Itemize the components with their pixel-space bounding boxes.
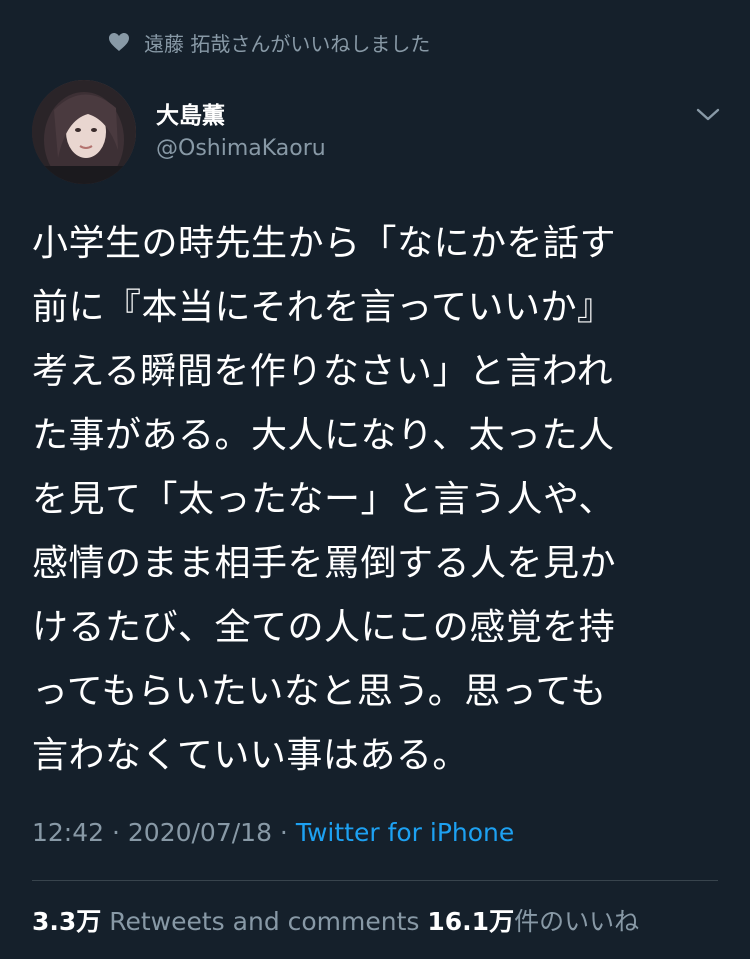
tweet-text: 小学生の時先生から「なにかを話す 前に『本当にそれを言っていいか』 考える瞬間を… bbox=[32, 212, 722, 788]
tweet-source-link[interactable]: Twitter for iPhone bbox=[296, 818, 514, 847]
tweet-date[interactable]: 2020/07/18 bbox=[128, 818, 272, 847]
tweet-text-line: た事がある。大人になり、太った人 bbox=[32, 415, 615, 456]
likes-stat[interactable]: 16.1万件のいいね bbox=[427, 907, 639, 936]
social-context-text: 遠藤 拓哉さんがいいねしました bbox=[144, 31, 431, 56]
chevron-down-icon[interactable] bbox=[694, 102, 722, 126]
heart-icon bbox=[108, 32, 130, 52]
social-context[interactable]: 遠藤 拓哉さんがいいねしました bbox=[108, 26, 430, 58]
engagement-stats: 3.3万 Retweets and comments 16.1万件のいいね bbox=[32, 902, 639, 938]
tweet-text-line: 小学生の時先生から「なにかを話す bbox=[32, 223, 617, 264]
author-handle[interactable]: @OshimaKaoru bbox=[156, 136, 326, 161]
tweet-text-line: を見て「太ったなー」と言う人や、 bbox=[32, 479, 615, 520]
tweet-text-line: 考える瞬間を作りなさい」と言われ bbox=[32, 351, 614, 392]
meta-separator: · bbox=[271, 818, 296, 847]
meta-separator: · bbox=[104, 818, 128, 847]
tweet-text-line: けるたび、全ての人にこの感覚を持 bbox=[32, 607, 616, 648]
tweet-text-line: ってもらいたいなと思う。思っても bbox=[32, 671, 607, 712]
author-name[interactable]: 大島薫 bbox=[156, 96, 225, 130]
tweet-time[interactable]: 12:42 bbox=[32, 818, 104, 847]
retweets-label: Retweets and comments bbox=[101, 907, 428, 936]
avatar[interactable] bbox=[32, 80, 136, 184]
likes-label: 件のいいね bbox=[514, 907, 640, 936]
tweet-metadata: 12:42 · 2020/07/18 · Twitter for iPhone bbox=[32, 818, 514, 847]
retweets-stat[interactable]: 3.3万 Retweets and comments bbox=[32, 907, 427, 936]
tweet-text-line: 前に『本当にそれを言っていいか』 bbox=[32, 287, 614, 328]
tweet-text-line: 言わなくていい事はある。 bbox=[32, 735, 469, 776]
tweet-text-line: 感情のまま相手を罵倒する人を見か bbox=[32, 543, 617, 584]
retweets-count: 3.3万 bbox=[32, 907, 102, 936]
likes-count: 16.1万 bbox=[427, 907, 515, 936]
divider bbox=[32, 880, 718, 881]
